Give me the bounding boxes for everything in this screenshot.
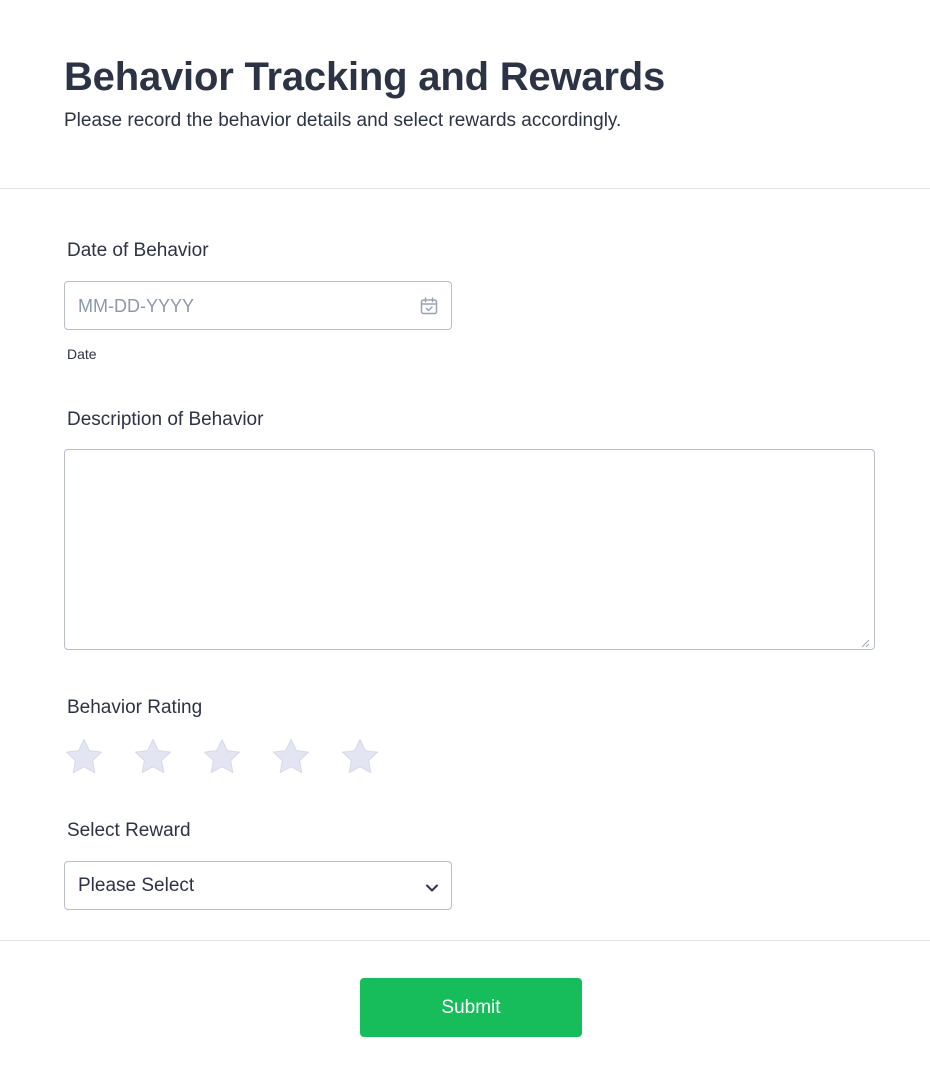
- date-field-label: Date of Behavior: [67, 240, 209, 261]
- star-icon[interactable]: [133, 737, 173, 777]
- description-textarea[interactable]: [64, 449, 875, 650]
- submit-button[interactable]: Submit: [360, 978, 582, 1037]
- rating-field-label: Behavior Rating: [67, 697, 203, 718]
- star-icon[interactable]: [202, 737, 242, 777]
- date-input-placeholder: MM-DD-YYYY: [78, 296, 194, 316]
- chevron-down-icon: [425, 880, 439, 892]
- star-icon[interactable]: [340, 737, 380, 777]
- form-page: Behavior Tracking and Rewards Please rec…: [0, 0, 930, 1087]
- reward-select-value: Please Select: [78, 875, 195, 896]
- calendar-icon[interactable]: [419, 296, 439, 316]
- date-input[interactable]: MM-DD-YYYY: [64, 281, 452, 330]
- star-icon[interactable]: [64, 737, 104, 777]
- resize-handle-icon[interactable]: [860, 635, 870, 648]
- reward-field-label: Select Reward: [67, 820, 191, 841]
- form-header: Behavior Tracking and Rewards Please rec…: [64, 52, 884, 134]
- header-divider: [0, 188, 930, 189]
- description-field-label: Description of Behavior: [67, 409, 264, 430]
- page-subtitle: Please record the behavior details and s…: [64, 110, 622, 131]
- page-title: Behavior Tracking and Rewards: [64, 55, 666, 99]
- date-sublabel: Date: [67, 346, 97, 362]
- star-icon[interactable]: [271, 737, 311, 777]
- footer-divider: [0, 940, 930, 941]
- reward-select[interactable]: Please Select: [64, 861, 452, 910]
